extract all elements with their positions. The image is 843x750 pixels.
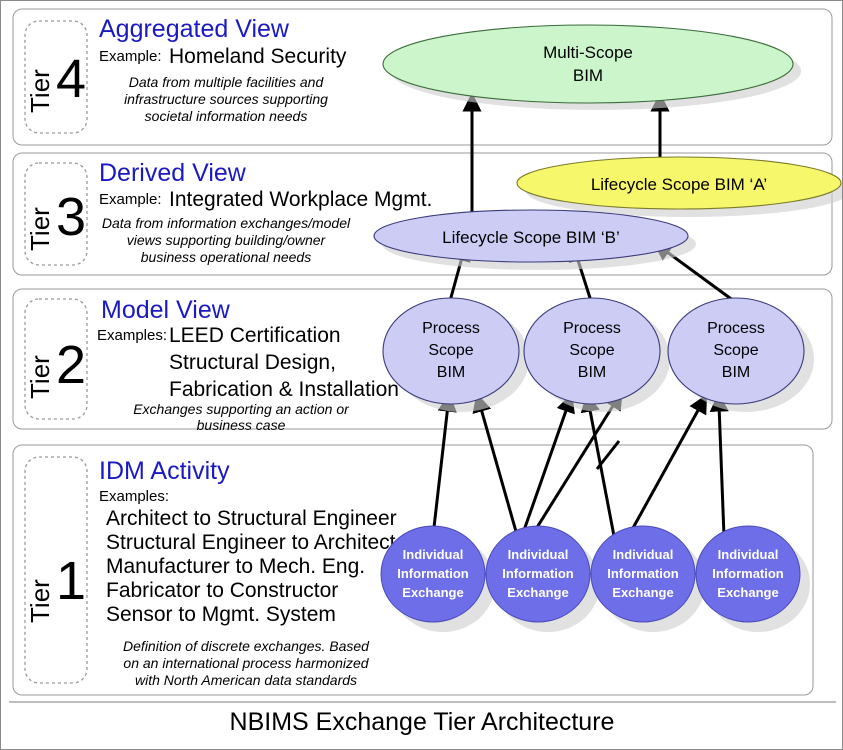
tier-4-word: Tier [25,69,55,113]
process-scope-bim-3-label-line-2: Scope [713,342,758,359]
iie-2-label-line-3: Exchange [507,585,568,600]
process-scope-bim-2-label-line-3: BIM [578,364,606,381]
nbims-tier-architecture-diagram: Tier 4 Aggregated View Example: Homeland… [9,8,843,736]
node-lifecycle-scope-bim-b[interactable]: Lifecycle Scope BIM ‘B’ [373,209,696,270]
multi-scope-bim-label-line-1: Multi-Scope [543,43,633,62]
tier-4-example-label: Example: [99,48,162,65]
iie-2-label-line-2: Information [502,566,574,581]
tier-1-example-value-1: Architect to Structural Engineer [106,507,397,530]
tier-1-example-value-3: Manufacturer to Mech. Eng. [106,555,365,578]
multi-scope-bim-label-line-2: BIM [573,66,603,85]
tier-3-description-line-3: business operational needs [141,249,311,265]
tier-1-number: 1 [56,551,86,611]
iie-4-label-line-2: Information [712,566,784,581]
tier-2-number: 2 [56,335,86,395]
process-scope-bim-2-label-line-2: Scope [569,342,614,359]
iie-2-label-line-1: Individual [508,547,569,562]
lifecycle-scope-bim-b-label: Lifecycle Scope BIM ‘B’ [442,228,620,247]
tier-1-description-line-2: on an international process harmonized [123,655,369,671]
tier-1-example-value-4: Fabricator to Constructor [106,579,338,602]
diagram-page: Tier 4 Aggregated View Example: Homeland… [0,0,843,750]
node-lifecycle-scope-bim-a[interactable]: Lifecycle Scope BIM ‘A’ [516,156,843,217]
tier-1-heading: IDM Activity [99,457,230,485]
tier-1-example-value-5: Sensor to Mgmt. System [106,603,336,626]
iie-3-label-line-1: Individual [613,547,674,562]
process-scope-bim-2-label-line-1: Process [563,320,621,337]
tier-2-example-value-2: Structural Design, [169,351,336,374]
tier-3-number: 3 [56,187,86,247]
process-scope-bim-1-label-line-2: Scope [428,342,473,359]
tier-4-number: 4 [56,49,86,109]
tier-3-description-line-1: Data from information exchanges/model [102,215,351,231]
tier-3-example-value: Integrated Workplace Mgmt. [169,188,432,211]
tier-4-heading: Aggregated View [99,15,290,43]
tier-2-description-line-1: Exchanges supporting an action or [133,401,350,417]
tier-1-example-value-2: Structural Engineer to Architect [106,531,396,554]
tier-4-example-value: Homeland Security [169,45,347,68]
tier-4-description-line-1: Data from multiple facilities and [129,74,325,90]
tier-4-description-line-2: infrastructure sources supporting [124,91,328,107]
process-scope-bim-1-label-line-3: BIM [437,364,465,381]
process-scope-bim-3-label-line-1: Process [707,320,765,337]
tier-2-word: Tier [25,355,55,399]
iie-1-label-line-2: Information [397,566,469,581]
process-scope-bim-3-label-line-3: BIM [722,364,750,381]
node-multi-scope-bim[interactable]: Multi-Scope BIM [382,24,801,110]
tier-1-description-line-1: Definition of discrete exchanges. Based [123,638,370,654]
tier-3-heading: Derived View [99,159,247,187]
tier-3-example-label: Example: [99,191,162,208]
figure-caption-area: NBIMS Exchange Tier Architecture [9,701,836,736]
tier-2-heading: Model View [101,296,231,324]
iie-4-label-line-3: Exchange [717,585,778,600]
tier-3-word: Tier [25,207,55,251]
tier-1-description-line-3: with North American data standards [135,672,357,688]
multi-scope-bim-ellipse[interactable] [382,24,794,104]
tier-2-description-line-2: business case [197,417,286,433]
iie-1-label-line-3: Exchange [402,585,463,600]
iie-3-label-line-2: Information [607,566,679,581]
iie-1-label-line-1: Individual [403,547,464,562]
tier-2-example-label: Examples: [97,327,167,344]
iie-4-label-line-1: Individual [718,547,779,562]
process-scope-bim-1-label-line-1: Process [422,320,480,337]
figure-caption: NBIMS Exchange Tier Architecture [230,708,615,736]
tier-2-example-value-1: LEED Certification [169,324,341,347]
tier-2-example-value-3: Fabrication & Installation [169,378,399,401]
tier-3-description-line-2: views supporting building/owner [127,232,327,248]
iie-3-label-line-3: Exchange [612,585,673,600]
lifecycle-scope-bim-a-label: Lifecycle Scope BIM ‘A’ [591,175,767,194]
tier-1-example-label: Examples: [99,488,169,505]
tier-1-word: Tier [25,579,55,623]
tier-4-description-line-3: societal information needs [145,108,308,124]
